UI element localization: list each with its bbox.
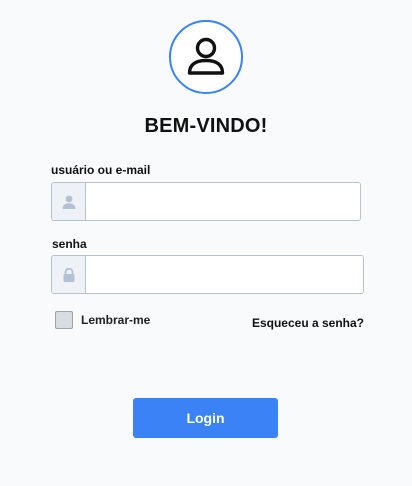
password-label: senha bbox=[52, 237, 87, 251]
remember-me-label: Lembrar-me bbox=[81, 313, 151, 327]
remember-me-checkbox[interactable] bbox=[55, 311, 73, 329]
username-label: usuário ou e-mail bbox=[51, 163, 151, 177]
lock-icon bbox=[63, 267, 74, 282]
username-addon bbox=[52, 183, 86, 220]
username-input-group bbox=[51, 182, 361, 221]
username-input[interactable] bbox=[86, 183, 360, 220]
password-input-group bbox=[51, 255, 364, 294]
remember-me[interactable]: Lembrar-me bbox=[55, 311, 150, 329]
password-addon bbox=[52, 256, 86, 293]
user-icon bbox=[187, 37, 225, 75]
page-title: BEM-VINDO! bbox=[144, 115, 268, 137]
forgot-password-link[interactable]: Esqueceu a senha? bbox=[252, 316, 364, 330]
user-icon bbox=[62, 195, 75, 209]
login-button[interactable]: Login bbox=[133, 398, 278, 438]
avatar bbox=[169, 20, 243, 94]
password-input[interactable] bbox=[86, 256, 363, 293]
